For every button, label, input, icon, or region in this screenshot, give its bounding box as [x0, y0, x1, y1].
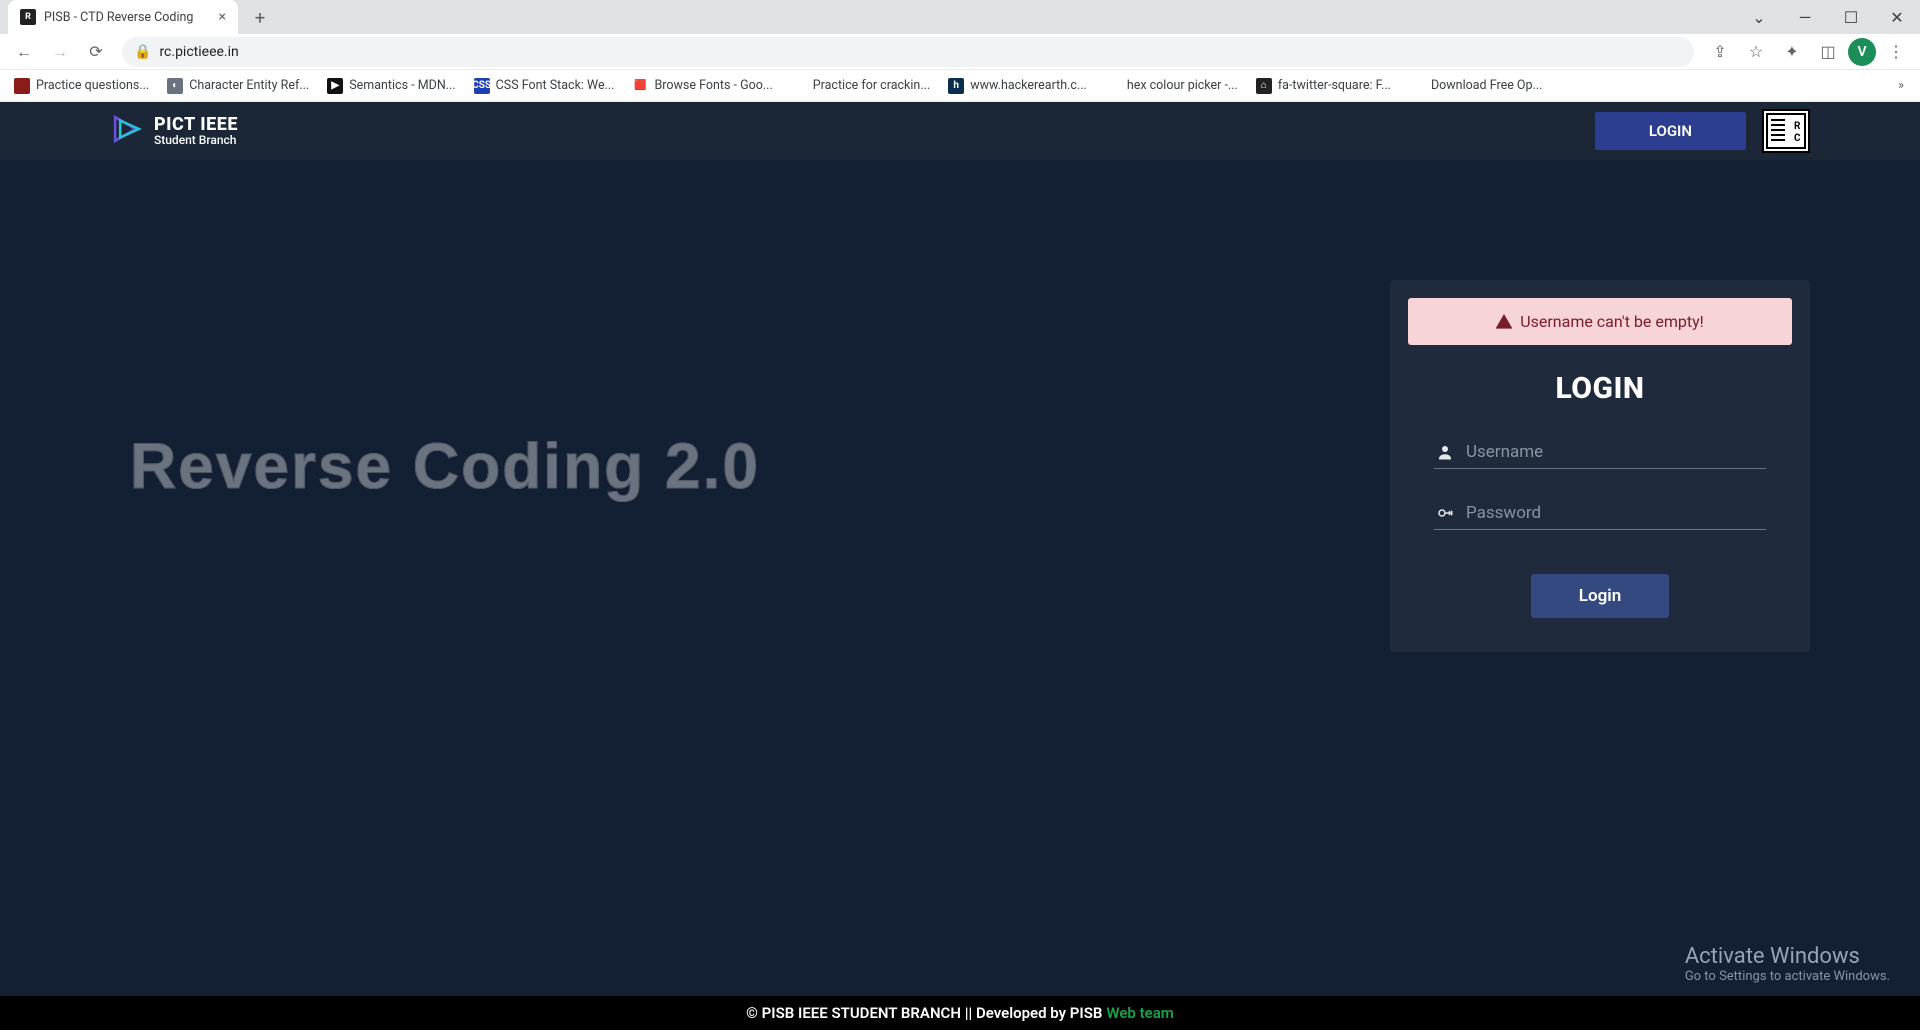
bookmark-label: Practice for crackin...: [813, 78, 930, 93]
brand-line2: Student Branch: [154, 134, 238, 146]
bookmark-item[interactable]: ▶ Semantics - MDN...: [321, 74, 461, 98]
bookmark-item[interactable]: gfg Practice for crackin...: [785, 74, 936, 98]
bookmark-favicon: ⌂: [1256, 78, 1272, 94]
profile-avatar[interactable]: V: [1848, 38, 1876, 66]
site-navbar: PICT IEEE Student Branch LOGIN RC: [0, 102, 1920, 160]
browser-tab[interactable]: R PISB - CTD Reverse Coding ×: [8, 0, 238, 34]
address-bar[interactable]: 🔒 rc.pictieee.in: [122, 37, 1694, 67]
bookmark-item[interactable]: Practice questions...: [8, 74, 155, 98]
bookmark-label: Practice questions...: [36, 78, 149, 93]
tab-title: PISB - CTD Reverse Coding: [44, 10, 193, 25]
bookmarks-overflow-icon[interactable]: »: [1890, 78, 1912, 93]
bookmark-item[interactable]: CSS CSS Font Stack: We...: [468, 74, 621, 98]
bookmark-label: fa-twitter-square: F...: [1278, 78, 1391, 93]
svg-text:R: R: [1794, 121, 1801, 132]
bookmark-favicon: gfg: [791, 78, 807, 94]
new-tab-button[interactable]: +: [246, 4, 274, 32]
bookmark-favicon: ▶: [327, 78, 343, 94]
hero-section: Reverse Coding 2.0 Username can't be emp…: [0, 160, 1920, 712]
window-titlebar: R PISB - CTD Reverse Coding × + ⌄ — ☐ ✕: [0, 0, 1920, 34]
site-footer: © PISB IEEE STUDENT BRANCH || Developed …: [0, 996, 1920, 1030]
extensions-icon[interactable]: ✦: [1776, 36, 1808, 68]
bookmark-label: Semantics - MDN...: [349, 78, 455, 93]
share-icon[interactable]: ⇪: [1704, 36, 1736, 68]
error-alert: Username can't be empty!: [1408, 298, 1792, 345]
watermark-line2: Go to Settings to activate Windows.: [1685, 969, 1890, 984]
login-heading: LOGIN: [1408, 371, 1792, 406]
bookmark-label: CSS Font Stack: We...: [496, 78, 615, 93]
maximize-icon[interactable]: ☐: [1828, 0, 1874, 34]
password-input[interactable]: [1466, 503, 1764, 523]
bookmark-label: Character Entity Ref...: [189, 78, 309, 93]
svg-text:C: C: [1794, 133, 1801, 144]
brand[interactable]: PICT IEEE Student Branch: [110, 112, 238, 150]
username-input[interactable]: [1466, 442, 1764, 462]
bookmark-item[interactable]: 🟥 Browse Fonts - Goo...: [626, 74, 778, 98]
bookmark-favicon: ✿: [1409, 78, 1425, 94]
footer-webteam-link[interactable]: Web team: [1106, 1004, 1173, 1022]
rc-badge-icon[interactable]: RC: [1762, 109, 1810, 153]
warning-icon: [1496, 314, 1512, 330]
reload-button[interactable]: ⟳: [80, 36, 112, 68]
lock-icon: 🔒: [134, 44, 151, 60]
username-field[interactable]: [1434, 436, 1766, 469]
bookmark-label: www.hackerearth.c...: [970, 78, 1087, 93]
bookmark-label: hex colour picker -...: [1127, 78, 1238, 93]
close-icon[interactable]: ✕: [1874, 0, 1920, 34]
bookmark-favicon: 🟥: [632, 78, 648, 94]
bookmark-item[interactable]: ◐ Character Entity Ref...: [161, 74, 315, 98]
sidepanel-icon[interactable]: ◫: [1812, 36, 1844, 68]
bookmark-item[interactable]: ⌂ fa-twitter-square: F...: [1250, 74, 1397, 98]
windows-watermark: Activate Windows Go to Settings to activ…: [1685, 944, 1890, 984]
login-submit-button[interactable]: Login: [1531, 574, 1669, 618]
tab-favicon: R: [20, 9, 36, 25]
url-text: rc.pictieee.in: [159, 44, 238, 60]
brand-text: PICT IEEE Student Branch: [154, 116, 238, 146]
watermark-line1: Activate Windows: [1685, 944, 1890, 969]
bookmark-favicon: [14, 78, 30, 94]
bookmark-favicon: CSS: [474, 78, 490, 94]
login-card: Username can't be empty! LOGIN Login: [1390, 280, 1810, 652]
footer-text: © PISB IEEE STUDENT BRANCH || Developed …: [746, 1004, 1102, 1022]
nav-login-button[interactable]: LOGIN: [1595, 112, 1746, 150]
page-content: PICT IEEE Student Branch LOGIN RC Revers…: [0, 102, 1920, 1030]
bookmark-item[interactable]: Ghex colour picker -...: [1099, 74, 1244, 98]
tab-close-icon[interactable]: ×: [219, 9, 226, 25]
brand-logo-icon: [110, 112, 144, 150]
browser-toolbar: ← → ⟳ 🔒 rc.pictieee.in ⇪ ☆ ✦ ◫ V ⋮: [0, 34, 1920, 70]
forward-button[interactable]: →: [44, 36, 76, 68]
brand-line1: PICT IEEE: [154, 116, 238, 134]
key-icon: [1436, 504, 1454, 522]
window-controls: ⌄ — ☐ ✕: [1736, 0, 1920, 34]
back-button[interactable]: ←: [8, 36, 40, 68]
user-icon: [1436, 443, 1454, 461]
bookmark-label: Download Free Op...: [1431, 78, 1542, 93]
password-field[interactable]: [1434, 497, 1766, 530]
error-text: Username can't be empty!: [1520, 312, 1704, 331]
bookmark-label: Browse Fonts - Goo...: [654, 78, 772, 93]
bookmark-favicon: G: [1105, 78, 1121, 94]
bookmark-item[interactable]: ✿ Download Free Op...: [1403, 74, 1548, 98]
bookmark-favicon: h: [948, 78, 964, 94]
star-icon[interactable]: ☆: [1740, 36, 1772, 68]
kebab-menu-icon[interactable]: ⋮: [1880, 36, 1912, 68]
bookmarks-bar: Practice questions... ◐ Character Entity R…: [0, 70, 1920, 102]
chevron-down-icon[interactable]: ⌄: [1736, 0, 1782, 34]
minimize-icon[interactable]: —: [1782, 0, 1828, 34]
hero-title: Reverse Coding 2.0: [130, 429, 760, 503]
bookmark-item[interactable]: h www.hackerearth.c...: [942, 74, 1093, 98]
bookmark-favicon: ◐: [167, 78, 183, 94]
